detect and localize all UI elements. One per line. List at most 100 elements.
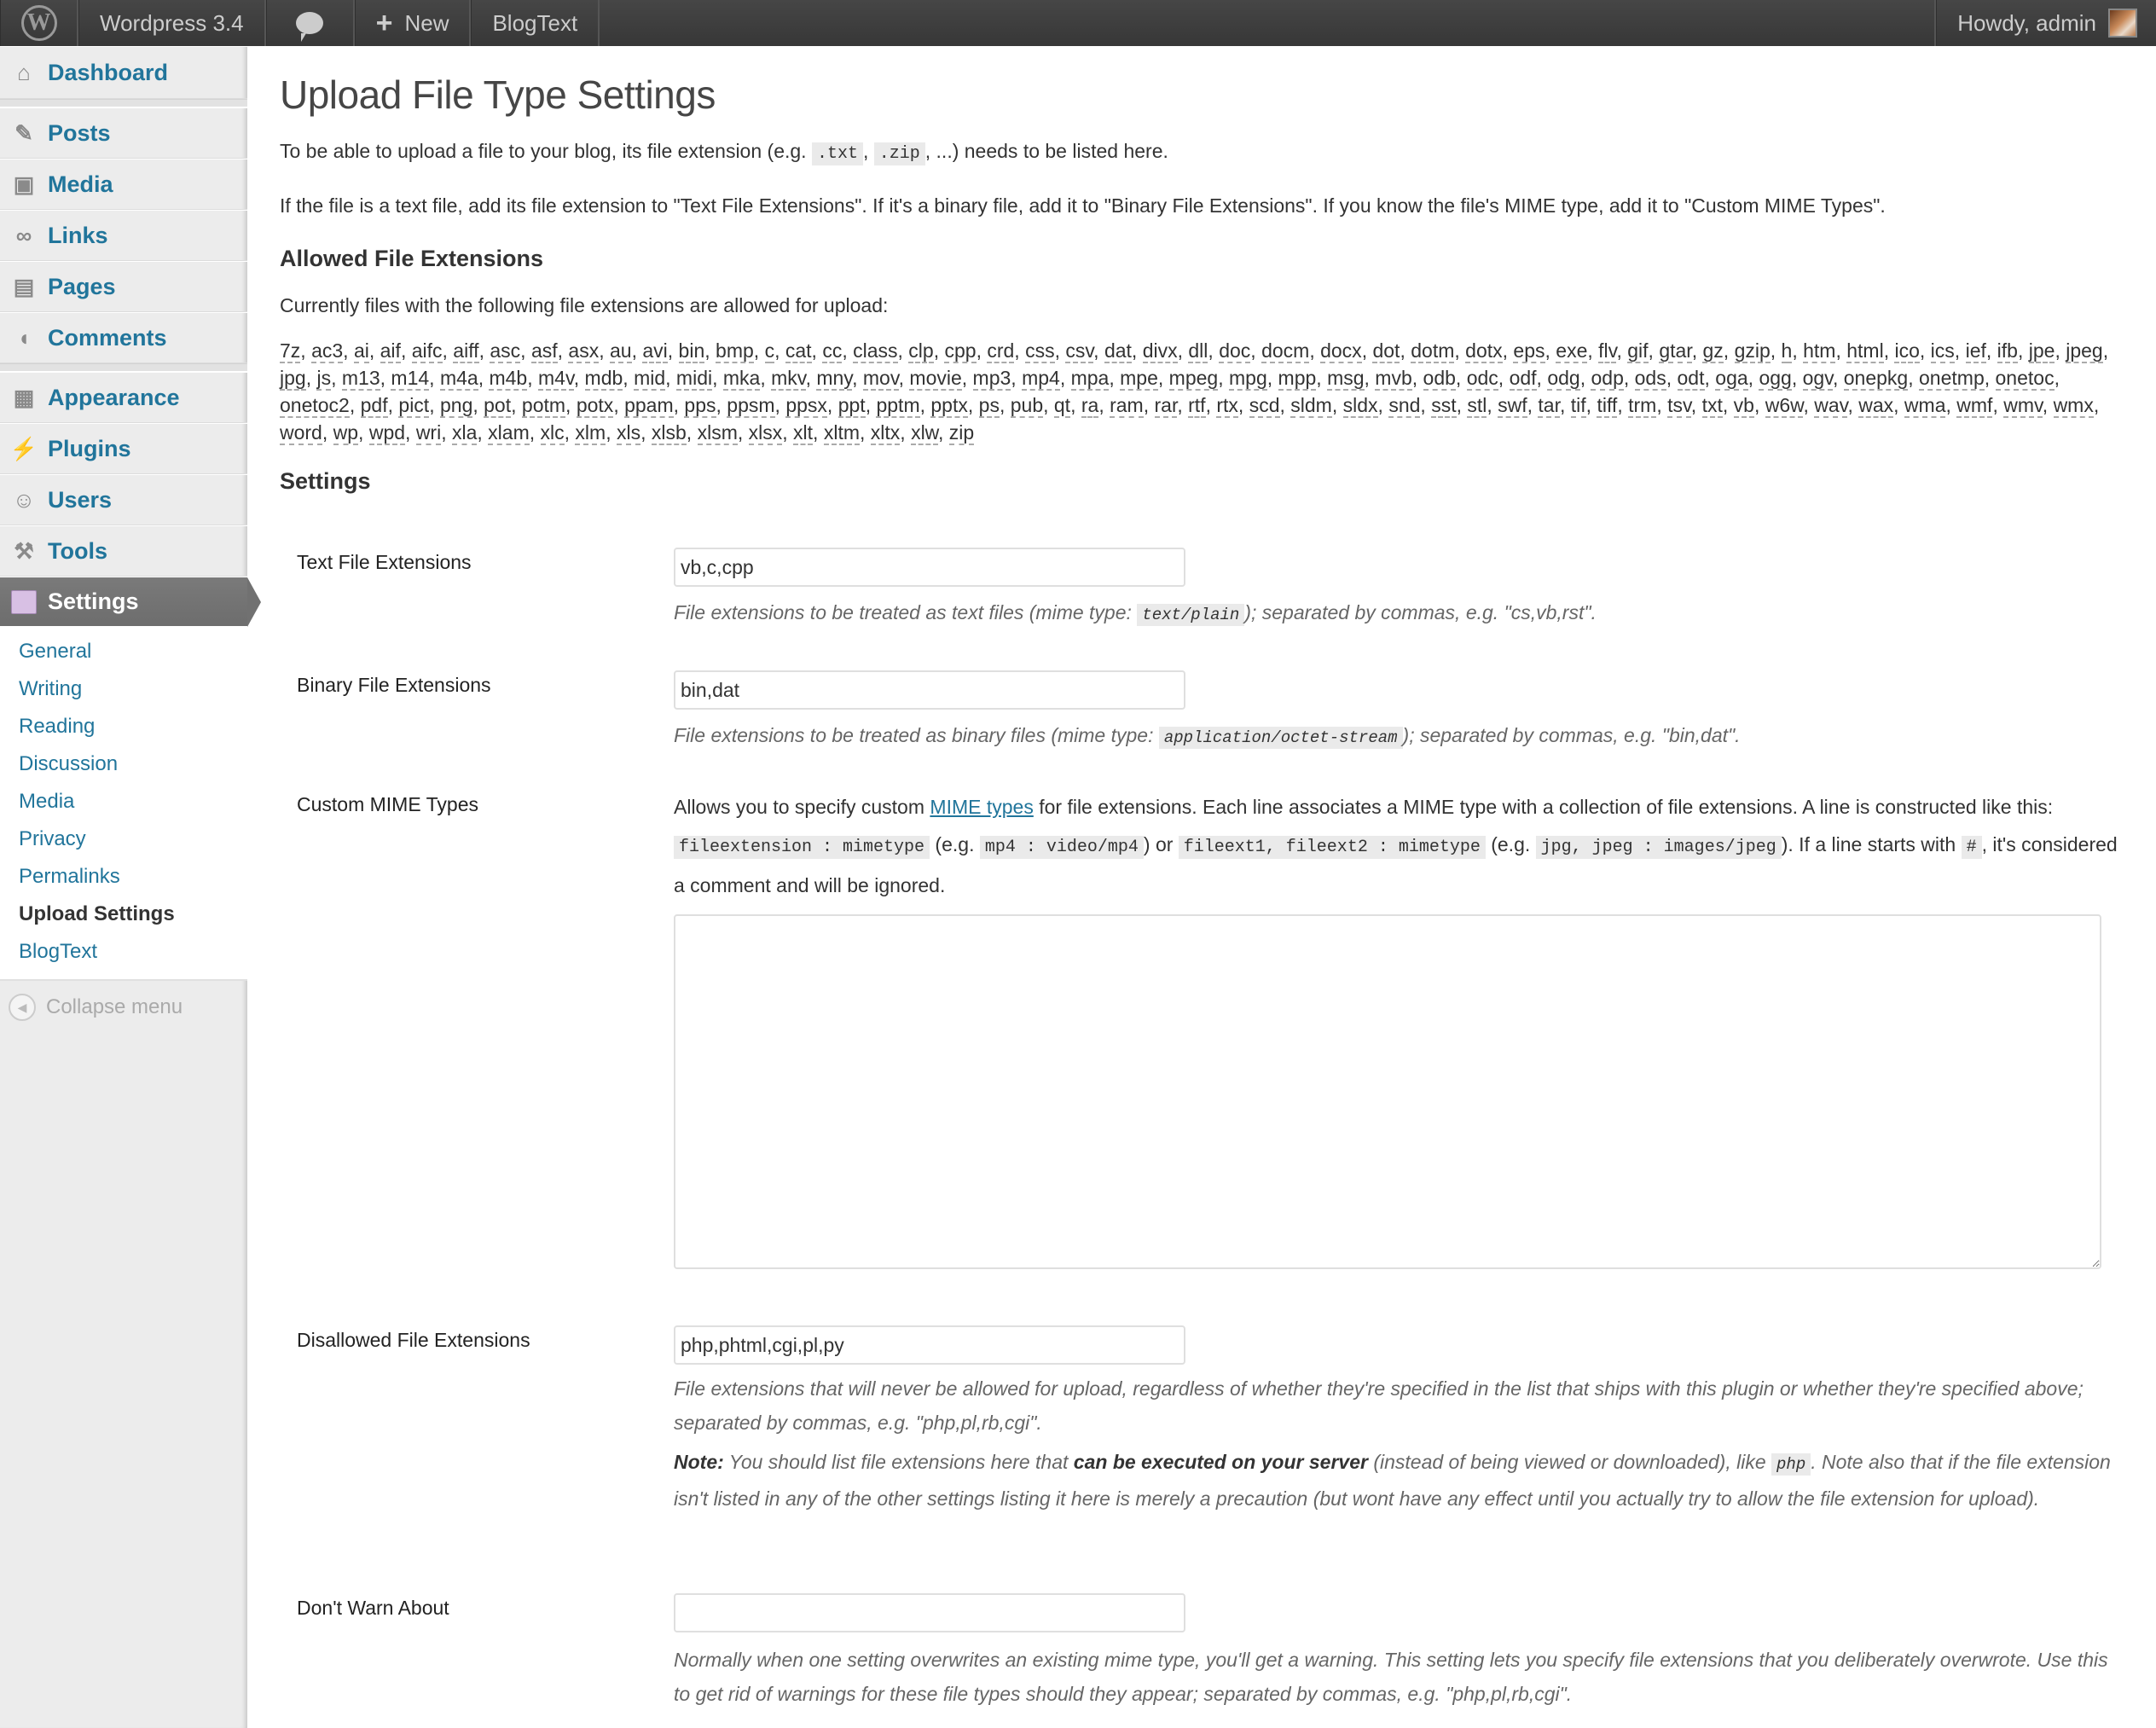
allowed-extension: mp4 xyxy=(1022,367,1060,391)
menu-separator xyxy=(0,99,247,107)
code-txt: .txt xyxy=(811,142,863,165)
admin-bar: W Wordpress 3.4 + New BlogText Howdy, ad… xyxy=(0,0,2156,46)
allowed-extension: tar xyxy=(1538,394,1560,418)
allowed-extension: xlc xyxy=(540,421,565,445)
allowed-extension: ief xyxy=(1965,339,1986,363)
allowed-extension: asf xyxy=(530,339,558,363)
allowed-extension: xlsm xyxy=(697,421,738,445)
comments-button[interactable] xyxy=(265,0,355,46)
menu-item-links[interactable]: ∞ Links xyxy=(0,210,247,261)
binary-extensions-input[interactable] xyxy=(674,670,1185,710)
allowed-extension: stl xyxy=(1467,394,1487,418)
submenu-item-reading[interactable]: Reading xyxy=(0,708,247,745)
disallowed-extensions-description: File extensions that will never be allow… xyxy=(674,1377,2084,1434)
allowed-extension: pot xyxy=(484,394,512,418)
menu-item-tools[interactable]: ⚒ Tools xyxy=(0,525,247,577)
allowed-extension: ra xyxy=(1081,394,1099,418)
new-content-button[interactable]: + New xyxy=(354,0,472,46)
allowed-extension: tif xyxy=(1570,394,1586,418)
submenu-item-media[interactable]: Media xyxy=(0,783,247,821)
menu-item-users[interactable]: ☺ Users xyxy=(0,474,247,525)
allowed-extension: potm xyxy=(521,394,566,418)
menu-item-posts[interactable]: ✎ Posts xyxy=(0,107,247,159)
my-account-button[interactable]: Howdy, admin xyxy=(1936,0,2156,46)
dont-warn-input[interactable] xyxy=(674,1593,1185,1632)
menu-item-plugins[interactable]: ⚡ Plugins xyxy=(0,423,247,474)
allowed-extension: odt xyxy=(1677,367,1705,391)
allowed-extension: m4a xyxy=(439,367,478,391)
menu-label: Appearance xyxy=(48,384,180,410)
allowed-extension: wma xyxy=(1904,394,1946,418)
desc-text: File extensions to be treated as text fi… xyxy=(674,601,1138,623)
allowed-extension: xlw xyxy=(911,421,939,445)
submenu-item-blogtext[interactable]: BlogText xyxy=(0,933,247,971)
allowed-extension: js xyxy=(316,367,332,391)
submenu-item-upload-settings[interactable]: Upload Settings xyxy=(0,896,247,933)
wordpress-logo-icon: W xyxy=(20,5,57,41)
allowed-extension: trm xyxy=(1628,394,1657,418)
allowed-extension: txt xyxy=(1701,394,1723,418)
desc-text: for file extensions. Each line associate… xyxy=(1033,796,2054,818)
submenu-item-permalinks[interactable]: Permalinks xyxy=(0,858,247,896)
allowed-extension: bin xyxy=(678,339,705,363)
mime-types-link[interactable]: MIME types xyxy=(930,796,1033,818)
text-extensions-input[interactable] xyxy=(674,548,1185,587)
allowed-extension: xlm xyxy=(575,421,606,445)
allowed-extension: doc xyxy=(1219,339,1251,363)
link-icon: ∞ xyxy=(15,222,32,248)
allowed-extension: word xyxy=(280,421,322,445)
allowed-extension: sldm xyxy=(1290,394,1332,418)
allowed-extension: ogg xyxy=(1759,367,1792,391)
admin-bar-spacer xyxy=(600,0,1937,46)
users-icon: ☺ xyxy=(12,486,36,513)
submenu-item-discussion[interactable]: Discussion xyxy=(0,745,247,783)
allowed-extension: mp3 xyxy=(972,367,1011,391)
allowed-extension: scd xyxy=(1249,394,1280,418)
allowed-extension: mny xyxy=(816,367,853,391)
allowed-extension: tsv xyxy=(1667,394,1691,418)
custom-mime-label: Custom MIME Types xyxy=(297,793,479,815)
allowed-extension: aif xyxy=(380,339,401,363)
code-text-plain: text/plain xyxy=(1137,604,1245,626)
submenu-item-general[interactable]: General xyxy=(0,633,247,670)
avatar xyxy=(2108,9,2137,38)
desc-text: ); separated by commas, e.g. "bin,dat". xyxy=(1402,724,1741,746)
allowed-extension: onetoc2 xyxy=(280,394,350,418)
blogtext-link[interactable]: BlogText xyxy=(471,0,600,46)
allowed-extension: pdf xyxy=(360,394,388,418)
wordpress-logo-button[interactable]: W xyxy=(0,0,78,46)
allowed-extension: asc xyxy=(490,339,521,363)
menu-label: Comments xyxy=(48,324,167,351)
site-name-link[interactable]: Wordpress 3.4 xyxy=(78,0,266,46)
allowed-extension: docm xyxy=(1261,339,1310,363)
disallowed-extensions-input[interactable] xyxy=(674,1325,1185,1365)
menu-item-appearance[interactable]: ▦ Appearance xyxy=(0,372,247,423)
custom-mime-textarea[interactable] xyxy=(674,914,2101,1269)
allowed-extension: asx xyxy=(568,339,600,363)
collapse-menu-button[interactable]: ◀ Collapse menu xyxy=(0,981,247,1034)
menu-item-settings[interactable]: Settings xyxy=(0,577,261,627)
allowed-extension: au xyxy=(609,339,632,363)
collapse-label: Collapse menu xyxy=(46,995,183,1018)
menu-item-media[interactable]: ▣ Media xyxy=(0,159,247,210)
howdy-label: Howdy, admin xyxy=(1957,9,2096,36)
allowed-extension: pict xyxy=(398,394,430,418)
menu-item-comments[interactable]: ◖ Comments xyxy=(0,312,247,363)
allowed-extension: mpa xyxy=(1070,367,1110,391)
allowed-extensions-list: 7z, ac3, ai, aif, aifc, aiff, asc, asf, … xyxy=(280,339,2109,445)
allowed-extension: css xyxy=(1025,339,1055,363)
submenu-item-privacy[interactable]: Privacy xyxy=(0,821,247,858)
allowed-extension: wp xyxy=(333,421,359,445)
allowed-extension: docx xyxy=(1320,339,1362,363)
menu-item-pages[interactable]: ▤ Pages xyxy=(0,261,247,312)
menu-item-dashboard[interactable]: ⌂ Dashboard xyxy=(0,46,247,99)
allowed-extension: gz xyxy=(1702,339,1724,363)
currently-allowed-text: Currently files with the following file … xyxy=(280,294,889,316)
menu-separator xyxy=(0,363,247,372)
allowed-extension: flv xyxy=(1598,339,1617,363)
new-label: New xyxy=(404,9,449,36)
submenu-item-writing[interactable]: Writing xyxy=(0,670,247,708)
page-title: Upload File Type Settings xyxy=(280,72,716,117)
allowed-extension: odg xyxy=(1547,367,1580,391)
allowed-extension: jpeg xyxy=(2066,339,2103,363)
